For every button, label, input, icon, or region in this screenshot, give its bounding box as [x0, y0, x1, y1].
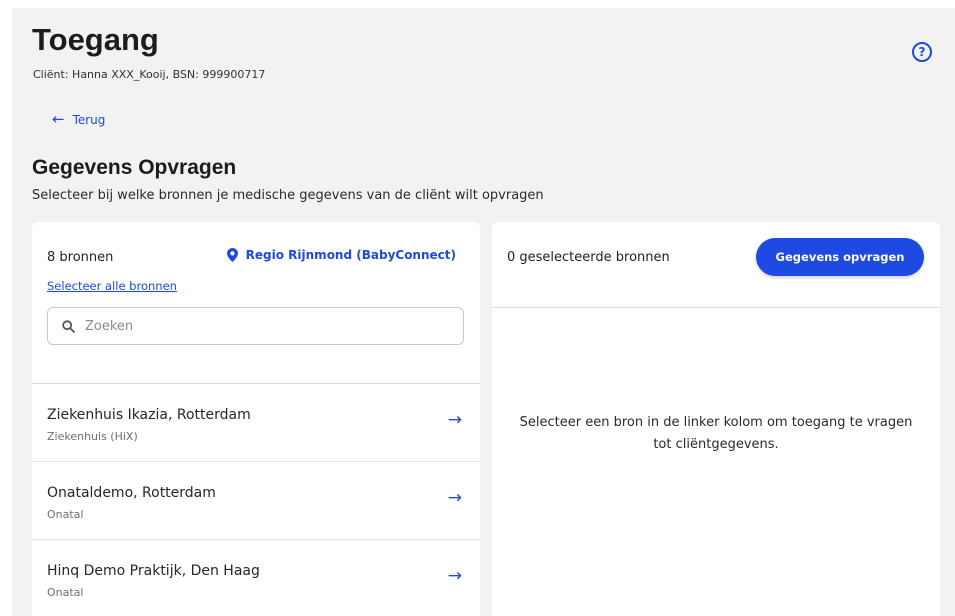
- search-box[interactable]: [47, 307, 464, 345]
- source-name: Hinq Demo Praktijk, Den Haag: [47, 563, 260, 579]
- selected-count: 0 geselecteerde bronnen: [507, 250, 670, 265]
- source-name: Onataldemo, Rotterdam: [47, 485, 216, 501]
- search-input[interactable]: [85, 318, 445, 334]
- section-subtitle: Selecteer bij welke bronnen je medische …: [32, 188, 544, 203]
- source-type: Ziekenhuis (HiX): [47, 430, 138, 443]
- arrow-right-icon: →: [447, 566, 462, 586]
- select-all-link[interactable]: Selecteer alle bronnen: [47, 279, 177, 293]
- page-title: Toegang: [32, 22, 159, 57]
- back-link-label: Terug: [72, 112, 106, 127]
- region-selector[interactable]: Regio Rijnmond (BabyConnect): [226, 248, 456, 262]
- request-data-button[interactable]: Gegevens opvragen: [756, 238, 924, 276]
- app-container: Toegang Cliënt: Hanna XXX_Kooij, BSN: 99…: [12, 8, 955, 616]
- region-label: Regio Rijnmond (BabyConnect): [245, 248, 456, 262]
- back-link[interactable]: ← Terug: [52, 112, 105, 127]
- empty-state-message: Selecteer een bron in de linker kolom om…: [519, 415, 913, 452]
- selected-panel-header: 0 geselecteerde bronnen Gegevens opvrage…: [492, 222, 940, 308]
- source-item-hinq[interactable]: Hinq Demo Praktijk, Den Haag Onatal →: [32, 540, 480, 616]
- source-item-ikazia[interactable]: Ziekenhuis Ikazia, Rotterdam Ziekenhuis …: [32, 384, 480, 462]
- arrow-right-icon: →: [447, 410, 462, 430]
- sources-count: 8 bronnen: [47, 250, 114, 265]
- arrow-right-icon: →: [447, 488, 462, 508]
- source-type: Onatal: [47, 508, 84, 521]
- search-icon: [62, 319, 75, 333]
- help-circle-icon[interactable]: ?: [912, 42, 932, 62]
- source-type: Onatal: [47, 586, 84, 599]
- section-title: Gegevens Opvragen: [32, 156, 237, 179]
- source-item-onataldemo[interactable]: Onataldemo, Rotterdam Onatal →: [32, 462, 480, 540]
- source-name: Ziekenhuis Ikazia, Rotterdam: [47, 407, 251, 423]
- location-pin-icon: [226, 248, 238, 262]
- client-info: Cliënt: Hanna XXX_Kooij, BSN: 999900717: [33, 68, 266, 81]
- arrow-left-icon: ←: [52, 110, 65, 128]
- sources-panel-header: 8 bronnen Regio Rijnmond (BabyConnect) S…: [32, 222, 480, 384]
- sources-panel: 8 bronnen Regio Rijnmond (BabyConnect) S…: [32, 222, 480, 616]
- selected-panel: 0 geselecteerde bronnen Gegevens opvrage…: [492, 222, 940, 616]
